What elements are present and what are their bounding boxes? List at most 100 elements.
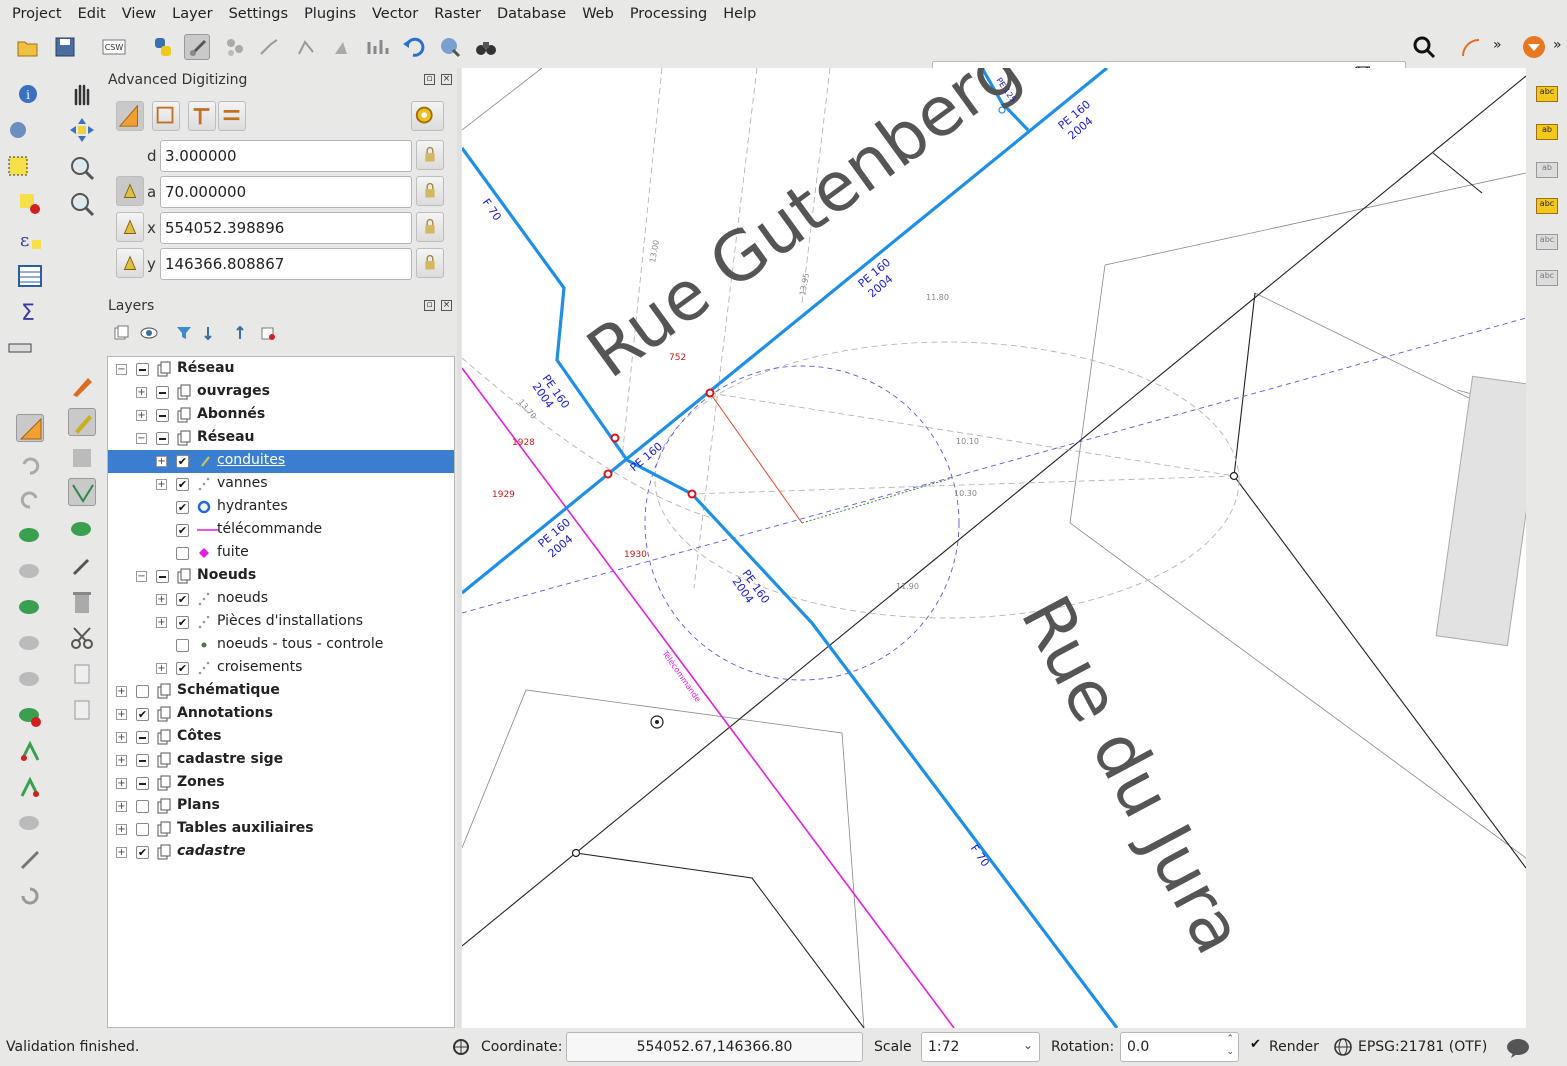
offset-curve-icon[interactable] — [16, 774, 44, 802]
save-project-icon[interactable] — [52, 34, 78, 60]
collapse-all-icon[interactable] — [232, 325, 248, 341]
menu-settings[interactable]: Settings — [221, 6, 296, 22]
expand-icon[interactable]: + — [136, 387, 147, 398]
layer-tree-row[interactable]: + Plans — [108, 795, 454, 818]
layer-visibility-checkbox[interactable] — [136, 685, 149, 698]
zoom-in-icon[interactable] — [68, 154, 96, 182]
node-tool-edit-icon[interactable] — [68, 478, 96, 506]
node-tool-icon[interactable] — [257, 34, 283, 60]
layer-visibility-checkbox[interactable]: ✔ — [176, 616, 189, 629]
construction-mode-button[interactable] — [116, 101, 144, 131]
split-features-icon[interactable] — [16, 846, 44, 874]
close-panel-icon[interactable]: × — [441, 74, 452, 85]
float-layers-icon[interactable]: ▫ — [424, 300, 435, 311]
scale-combo[interactable]: 1:72 ⌄ — [921, 1032, 1040, 1062]
layer-tree-row[interactable]: − Noeuds — [108, 565, 454, 588]
expand-icon[interactable]: + — [116, 778, 127, 789]
simplify-icon[interactable] — [16, 810, 44, 838]
delete-selected-icon[interactable] — [68, 588, 96, 616]
layer-visibility-checkbox[interactable]: ✔ — [136, 846, 149, 859]
fill-ring-icon[interactable] — [16, 630, 44, 658]
layer-tree-row[interactable]: + ✔ noeuds — [108, 588, 454, 611]
coordinate-field[interactable]: 554052.67,146366.80 — [566, 1032, 863, 1062]
angle-lock-icon[interactable] — [416, 176, 444, 206]
save-edits-icon[interactable] — [68, 444, 96, 472]
menu-project[interactable]: Project — [4, 6, 70, 22]
undo-icon[interactable] — [401, 34, 427, 60]
layer-tree-row[interactable]: + ✔ cadastre — [108, 841, 454, 864]
menu-edit[interactable]: Edit — [70, 6, 114, 22]
plugin-manager-icon[interactable] — [1521, 34, 1547, 60]
expand-all-icon[interactable] — [204, 325, 220, 341]
layer-tree-row[interactable]: + ✔ croisements — [108, 657, 454, 680]
csw-icon[interactable]: CSW — [101, 34, 127, 60]
menu-plugins[interactable]: Plugins — [296, 6, 364, 22]
copy-icon[interactable] — [68, 660, 96, 688]
pin-labels-icon[interactable]: ab — [1536, 124, 1558, 140]
pan-selection-icon[interactable] — [68, 116, 96, 144]
snap-to-common-angle-button[interactable] — [218, 101, 246, 131]
menu-raster[interactable]: Raster — [426, 6, 489, 22]
layer-visibility-checkbox[interactable] — [156, 409, 169, 422]
layer-visibility-checkbox[interactable]: ✔ — [176, 501, 189, 514]
messages-icon[interactable] — [1505, 1037, 1531, 1059]
delete-ring-icon[interactable] — [16, 666, 44, 694]
render-checkbox[interactable]: ✔ — [1250, 1038, 1263, 1052]
expand-icon[interactable]: + — [116, 847, 127, 858]
layer-tree-row[interactable]: + ✔ Pièces d'installations — [108, 611, 454, 634]
expand-icon[interactable]: + — [156, 456, 167, 467]
layer-visibility-checkbox[interactable] — [136, 777, 149, 790]
panel-splitter[interactable] — [457, 68, 461, 1028]
collapse-icon[interactable]: − — [136, 571, 147, 582]
expand-icon[interactable]: + — [116, 801, 127, 812]
menu-view[interactable]: View — [114, 6, 164, 22]
toolbar-overflow-icon-2[interactable]: » — [1553, 37, 1562, 53]
layer-tree-row[interactable]: ✔ télécommande — [108, 519, 454, 542]
layer-tree-row[interactable]: + ✔ Annotations — [108, 703, 454, 726]
y-lock-icon[interactable] — [416, 248, 444, 278]
attribute-table-icon[interactable] — [16, 262, 44, 290]
layer-tree-row[interactable]: + ouvrages — [108, 381, 454, 404]
highlight-pinned-icon[interactable]: ab — [1536, 162, 1558, 178]
float-panel-icon[interactable]: ▫ — [424, 74, 435, 85]
menu-vector[interactable]: Vector — [364, 6, 426, 22]
y-field[interactable]: 146366.808867 — [160, 248, 412, 280]
expand-icon[interactable]: + — [156, 479, 167, 490]
map-canvas[interactable]: Rue Gutenberg Rue du Jura PE 160 2004 PE… — [462, 68, 1526, 1028]
edit-pencil-icon[interactable] — [68, 408, 96, 436]
layer-tree-row[interactable]: + cadastre sige — [108, 749, 454, 772]
expand-icon[interactable]: + — [156, 594, 167, 605]
layer-visibility-checkbox[interactable]: ✔ — [176, 478, 189, 491]
pan-icon[interactable] — [68, 80, 96, 108]
layer-tree-row[interactable]: + Zones — [108, 772, 454, 795]
layer-visibility-checkbox[interactable] — [176, 639, 189, 652]
identify-icon[interactable]: i — [16, 82, 44, 110]
layer-visibility-checkbox[interactable]: ✔ — [176, 593, 189, 606]
layer-tree-row[interactable]: fuite — [108, 542, 454, 565]
menu-database[interactable]: Database — [489, 6, 574, 22]
layer-tree-row[interactable]: − Réseau — [108, 358, 454, 381]
vertex-edit-icon[interactable] — [68, 552, 96, 580]
expand-icon[interactable]: + — [116, 755, 127, 766]
menu-layer[interactable]: Layer — [164, 6, 220, 22]
delete-part-icon[interactable] — [16, 702, 44, 730]
layer-tree[interactable]: − Réseau + ouvrages + Abonnés − Réseau + ✔ conduit… — [107, 356, 455, 1028]
filter-icon[interactable] — [176, 325, 192, 341]
layer-visibility-checkbox[interactable]: ✔ — [136, 708, 149, 721]
layer-tree-row[interactable]: + ✔ vannes — [108, 473, 454, 496]
collapse-icon[interactable]: − — [116, 364, 127, 375]
add-feature-icon[interactable] — [16, 522, 44, 550]
angle-field[interactable]: 70.000000 — [160, 176, 412, 208]
move-feature-icon[interactable] — [68, 516, 96, 544]
x-relative-icon[interactable] — [116, 212, 144, 242]
layer-visibility-checkbox[interactable] — [136, 731, 149, 744]
layer-visibility-checkbox[interactable]: ✔ — [176, 662, 189, 675]
x-field[interactable]: 554052.398896 — [160, 212, 412, 244]
cut-icon[interactable] — [68, 624, 96, 652]
collapse-icon[interactable]: − — [136, 433, 147, 444]
add-ring-icon[interactable] — [16, 558, 44, 586]
layer-tree-row[interactable]: + Schématique — [108, 680, 454, 703]
add-part-icon[interactable] — [16, 594, 44, 622]
rotate-icon[interactable] — [16, 882, 44, 910]
zoom-out-icon[interactable] — [68, 190, 96, 218]
